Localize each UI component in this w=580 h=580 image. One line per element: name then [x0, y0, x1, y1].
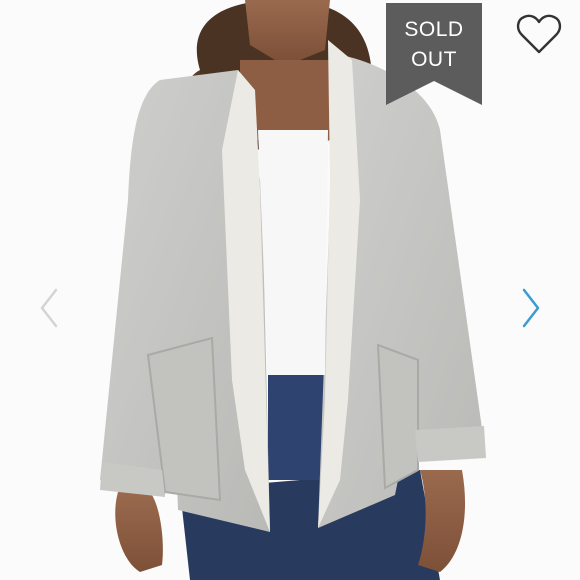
- product-photo: [100, 0, 486, 580]
- product-photo-carousel: SOLD OUT: [0, 0, 580, 580]
- sold-out-label: SOLD OUT: [386, 15, 482, 75]
- chevron-right-icon[interactable]: [518, 286, 544, 330]
- sold-out-label-line: OUT: [411, 48, 457, 71]
- sold-out-badge: SOLD OUT: [386, 3, 482, 105]
- chevron-left-icon[interactable]: [36, 286, 62, 330]
- heart-outline-icon[interactable]: [516, 14, 562, 56]
- sold-out-label-line: SOLD: [404, 18, 464, 41]
